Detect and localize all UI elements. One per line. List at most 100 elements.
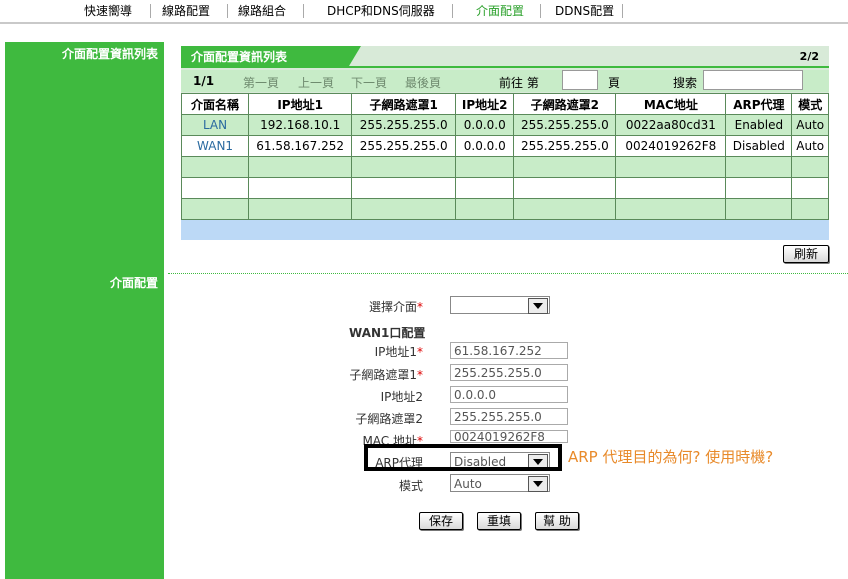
cell-name[interactable]: LAN — [180, 114, 250, 136]
tab-interface-config[interactable]: 介面配置 — [476, 3, 524, 19]
reset-button[interactable]: 重填 — [477, 512, 521, 530]
tab-ddns[interactable]: DDNS配置 — [555, 3, 614, 19]
cell-mask1: 255.255.255.0 — [351, 135, 457, 157]
cell-mode: Auto — [791, 114, 829, 136]
cell-empty — [615, 177, 727, 199]
table-row-empty — [180, 156, 829, 178]
col-header-ip2[interactable]: IP地址2 — [455, 93, 515, 115]
table-row-empty — [180, 177, 829, 199]
cell-empty — [351, 198, 457, 220]
pager-first-link[interactable]: 第一頁 — [243, 74, 279, 91]
cell-empty — [248, 177, 353, 199]
cell-ip1: 192.168.10.1 — [248, 114, 353, 136]
cell-empty — [455, 156, 515, 178]
required-mark: * — [417, 345, 423, 359]
cell-empty — [180, 198, 250, 220]
cell-empty — [791, 177, 829, 199]
tab-separator — [227, 4, 228, 18]
table-row[interactable]: LAN 192.168.10.1 255.255.255.0 0.0.0.0 2… — [180, 114, 829, 136]
interface-table: 介面名稱 IP地址1 子網路遮罩1 IP地址2 子網路遮罩2 MAC地址 ARP… — [180, 93, 829, 220]
cell-empty — [248, 198, 353, 220]
pager-goto-input[interactable] — [562, 70, 598, 90]
ip1-label-text: IP地址1 — [374, 345, 417, 359]
page-count: 2/2 — [799, 50, 819, 63]
cell-empty — [791, 156, 829, 178]
section-divider — [168, 273, 848, 274]
cell-empty — [180, 177, 250, 199]
mask1-label-text: 子網路遮罩1 — [349, 368, 417, 382]
cell-empty — [455, 177, 515, 199]
sidebar-list-label: 介面配置資訊列表 — [61, 47, 158, 61]
cell-mask2: 255.255.255.0 — [513, 135, 617, 157]
tab-separator — [622, 4, 623, 18]
table-row-empty — [180, 198, 829, 220]
tab-separator — [150, 4, 151, 18]
mask2-field[interactable]: 255.255.255.0 — [450, 408, 568, 425]
ip1-label: IP地址1* — [375, 343, 423, 360]
col-header-mask2[interactable]: 子網路遮罩2 — [513, 93, 617, 115]
pager-row: 1/1 第一頁 上一頁 下一頁 最後頁 前往 第 頁 搜索 — [181, 70, 829, 92]
cell-ip2: 0.0.0.0 — [455, 114, 515, 136]
chevron-down-icon[interactable] — [528, 476, 548, 492]
search-input[interactable] — [703, 70, 803, 90]
sidebar-config-label: 介面配置 — [109, 276, 158, 290]
tab-separator — [540, 4, 541, 18]
cell-empty — [791, 198, 829, 220]
mask1-label: 子網路遮罩1* — [349, 366, 423, 383]
left-sidebar: 介面配置資訊列表 介面配置 — [5, 42, 164, 579]
col-header-mac[interactable]: MAC地址 — [615, 93, 727, 115]
col-header-mask1[interactable]: 子網路遮罩1 — [351, 93, 457, 115]
select-interface-label-text: 選擇介面 — [368, 300, 417, 314]
cell-mask1: 255.255.255.0 — [351, 114, 457, 136]
pager-next-link[interactable]: 下一頁 — [351, 74, 387, 91]
tab-line-group[interactable]: 線路組合 — [238, 3, 286, 19]
ip2-label: IP地址2 — [380, 390, 423, 404]
select-interface-dropdown[interactable] — [450, 296, 550, 314]
pager-goto-suffix: 頁 — [608, 76, 621, 90]
cell-empty — [513, 156, 617, 178]
cell-empty — [725, 198, 793, 220]
col-header-name[interactable]: 介面名稱 — [180, 93, 250, 115]
cell-ip2: 0.0.0.0 — [455, 135, 515, 157]
cell-empty — [248, 156, 353, 178]
mask1-field[interactable]: 255.255.255.0 — [450, 364, 568, 381]
col-header-arp[interactable]: ARP代理 — [725, 93, 793, 115]
panel-divider — [181, 66, 829, 68]
cell-empty — [615, 156, 727, 178]
cell-empty — [615, 198, 727, 220]
required-mark: * — [417, 368, 423, 382]
select-interface-label: 選擇介面* — [369, 298, 423, 315]
highlight-box — [364, 444, 562, 471]
mac-field[interactable]: 0024019262F8 — [450, 430, 568, 443]
mode-dropdown[interactable]: Auto — [450, 474, 550, 492]
help-button[interactable]: 幫 助 — [535, 512, 579, 530]
ip1-field[interactable]: 61.58.167.252 — [450, 342, 568, 359]
wan1-section-title: WAN1口配置 — [349, 326, 426, 340]
col-header-ip1[interactable]: IP地址1 — [248, 93, 353, 115]
pager-last-link[interactable]: 最後頁 — [405, 74, 441, 91]
chevron-down-icon[interactable] — [528, 298, 548, 314]
pager-prev-link[interactable]: 上一頁 — [298, 74, 334, 91]
tab-separator — [303, 4, 304, 18]
cell-mac: 0022aa80cd31 — [615, 114, 727, 136]
tab-dhcp-dns[interactable]: DHCP和DNS伺服器 — [327, 3, 435, 19]
search-label: 搜索 — [673, 76, 698, 90]
cell-name[interactable]: WAN1 — [180, 135, 250, 157]
annotation-text: ARP 代理目的為何? 使用時機? — [568, 448, 774, 466]
pager-goto-label: 前往 第 — [499, 76, 539, 90]
pager-current: 1/1 — [193, 74, 215, 88]
required-mark: * — [417, 300, 423, 314]
refresh-button[interactable]: 刷新 — [783, 245, 829, 263]
cell-mac: 0024019262F8 — [615, 135, 727, 157]
table-row[interactable]: WAN1 61.58.167.252 255.255.255.0 0.0.0.0… — [180, 135, 829, 157]
tab-quick-wizard[interactable]: 快速嚮導 — [84, 3, 132, 19]
col-header-mode[interactable]: 模式 — [791, 93, 829, 115]
cell-ip1: 61.58.167.252 — [248, 135, 353, 157]
tab-line-config[interactable]: 線路配置 — [162, 3, 210, 19]
table-footer-bar — [181, 220, 829, 240]
cell-empty — [513, 198, 617, 220]
mask2-label: 子網路遮罩2 — [355, 412, 423, 426]
cell-mask2: 255.255.255.0 — [513, 114, 617, 136]
save-button[interactable]: 保存 — [419, 512, 463, 530]
ip2-field[interactable]: 0.0.0.0 — [450, 386, 568, 403]
